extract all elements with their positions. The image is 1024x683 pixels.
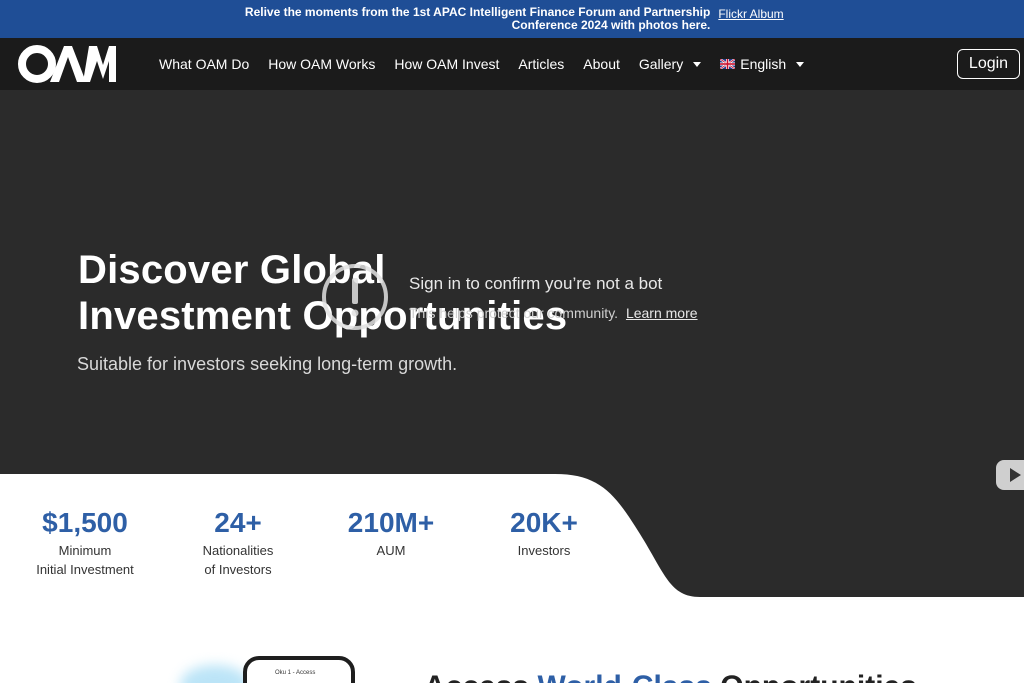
heading-start: Access — [424, 670, 537, 683]
chevron-down-icon — [693, 61, 702, 67]
nav-about[interactable]: About — [583, 56, 620, 72]
bot-check-description: This helps protect our community. Learn … — [409, 305, 698, 321]
warning-icon — [322, 264, 388, 330]
stat-value: 24+ — [214, 507, 262, 538]
announcement-text: Relive the moments from the 1st APAC Int… — [244, 5, 711, 32]
nav-what-oam-do[interactable]: What OAM Do — [159, 56, 249, 72]
phone-screen-text: Oku 1 - Access — [275, 670, 316, 676]
section-heading: Access World-Class Opportunities — [424, 670, 917, 683]
hero-subtitle: Suitable for investors seeking long-term… — [77, 354, 458, 374]
stat-aum: 210M+ AUM — [316, 507, 466, 560]
learn-more-link[interactable]: Learn more — [626, 305, 698, 321]
nav-articles[interactable]: Articles — [518, 56, 564, 72]
stat-label: AUM — [376, 543, 406, 558]
main-nav: What OAM Do How OAM Works How OAM Invest… — [0, 38, 1024, 90]
stat-label: Investors — [517, 543, 571, 558]
flickr-album-link[interactable]: Flickr Album — [718, 7, 783, 21]
nav-how-oam-invest[interactable]: How OAM Invest — [394, 56, 499, 72]
heading-accent: World-Class — [537, 670, 720, 683]
stat-value: 20K+ — [510, 507, 578, 538]
nav-gallery-dropdown[interactable]: Gallery — [638, 56, 702, 72]
nav-how-oam-works[interactable]: How OAM Works — [268, 56, 375, 72]
page: Relive the moments from the 1st APAC Int… — [0, 0, 1024, 683]
announcement-bar: Relive the moments from the 1st APAC Int… — [0, 0, 1024, 38]
play-video-button[interactable] — [996, 460, 1024, 490]
nav-gallery-label: Gallery — [638, 56, 684, 72]
stat-investors: 20K+ Investors — [469, 507, 619, 560]
login-button[interactable]: Login — [957, 49, 1020, 79]
stat-value: $1,500 — [42, 507, 128, 538]
oam-logo[interactable] — [17, 43, 117, 85]
stat-label: Nationalities — [202, 543, 274, 558]
uk-flag-icon — [720, 59, 736, 69]
bot-check-title: Sign in to confirm you’re not a bot — [409, 274, 663, 293]
stat-label: Minimum — [58, 543, 112, 558]
stat-min-investment: $1,500 Minimum Initial Investment — [10, 507, 160, 579]
stat-label-line2: of Investors — [204, 562, 272, 577]
stat-value: 210M+ — [347, 507, 435, 538]
phone-mockup: Oku 1 - Access — [243, 656, 355, 683]
language-selector[interactable]: English — [720, 56, 805, 72]
chevron-down-icon — [796, 61, 805, 67]
nav-items: What OAM Do How OAM Works How OAM Invest… — [159, 38, 823, 90]
stat-label-line2: Initial Investment — [36, 562, 134, 577]
stat-nationalities: 24+ Nationalities of Investors — [163, 507, 313, 579]
language-label: English — [740, 56, 787, 72]
heading-end: Opportunities — [720, 670, 917, 683]
bot-check-text: This helps protect our community. — [409, 305, 619, 321]
